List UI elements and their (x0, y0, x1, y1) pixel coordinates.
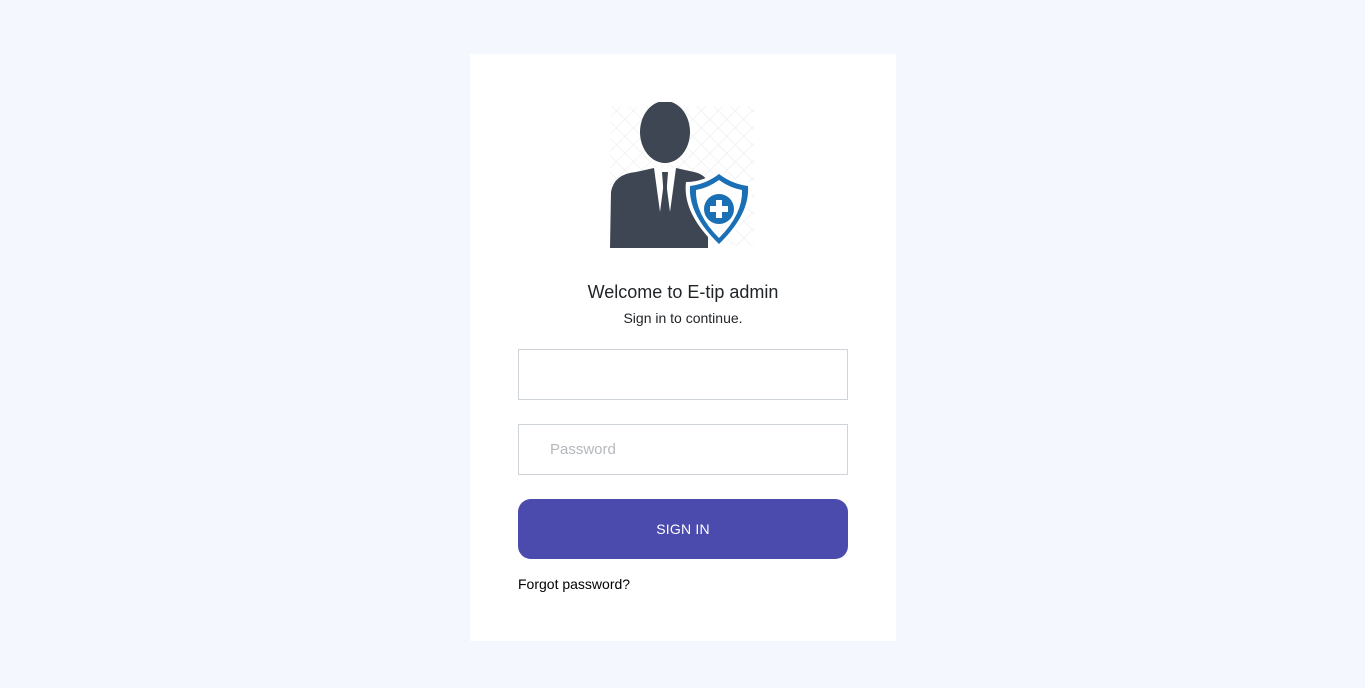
sign-in-button[interactable]: SIGN IN (518, 499, 848, 559)
username-input[interactable] (518, 349, 848, 400)
admin-shield-icon (608, 102, 758, 252)
forgot-password-link[interactable]: Forgot password? (518, 576, 630, 592)
subtitle: Sign in to continue. (623, 310, 743, 326)
password-input[interactable] (518, 424, 848, 475)
welcome-title: Welcome to E-tip admin (587, 282, 779, 302)
login-card: Welcome to E-tip admin Sign in to contin… (470, 54, 896, 641)
